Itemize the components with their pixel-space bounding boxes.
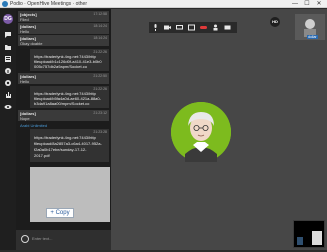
link-text[interactable]: f2a0a0b17ebe/sunday-17-12- (34, 147, 87, 152)
message-time: 18:14:24 (93, 24, 107, 28)
message-body: Hello (20, 79, 30, 84)
message-body: Filed (20, 17, 29, 22)
video-icon[interactable] (223, 23, 232, 32)
message-time: 18:14:24 (93, 36, 107, 40)
screen-share-icon[interactable] (175, 23, 184, 32)
file-link-card[interactable]: 21:22:26 https://traderlynk.4ng.net:7443… (30, 86, 109, 108)
chat-input-bar: Enter text... (16, 230, 111, 250)
link-text[interactable]: 005c757db2a9apm/Socket.co (34, 64, 87, 69)
link-text[interactable]: b3da91a8aa00/mpm/Socket.co (34, 101, 89, 106)
chat-message: [dollars] 18:14:24 Hello (18, 23, 109, 34)
phone-hangup-icon[interactable] (199, 23, 208, 32)
self-video-label: dollar (307, 35, 318, 39)
window-title: Podio · OpenHive Meetings · other (10, 1, 87, 7)
left-sidebar: DG (0, 9, 16, 250)
chat-panel: [objects] 17:12:58 Filed [dollars] 18:14… (16, 9, 111, 250)
hd-badge[interactable]: HD (270, 17, 280, 27)
chat-icon[interactable] (4, 31, 12, 39)
self-video-thumbnail[interactable]: dollar (295, 14, 325, 40)
link-text[interactable]: https://traderlynk.4ng.net:7443/http (34, 135, 96, 140)
title-bar: Podio · OpenHive Meetings · other — ☐ ✕ (0, 0, 327, 8)
link-text[interactable]: 2017.pdf (34, 153, 50, 158)
remote-video-thumbnail[interactable] (293, 220, 325, 248)
message-time: 21:23:12 (93, 111, 107, 115)
list-icon[interactable] (4, 55, 12, 63)
app-icon (2, 1, 8, 7)
settings-icon[interactable] (4, 79, 12, 87)
app-window: Podio · OpenHive Meetings · other — ☐ ✕ … (0, 0, 327, 250)
users-icon[interactable] (211, 23, 220, 32)
camera-icon[interactable] (163, 23, 172, 32)
message-body: Hello (20, 29, 30, 34)
hand-icon[interactable] (4, 91, 12, 99)
maximize-button[interactable]: ☐ (302, 0, 312, 8)
video-stage: HD dollar (111, 9, 327, 250)
remote-video-frame (294, 221, 324, 247)
sender-name-tag: Arabi Unlimited (20, 123, 48, 128)
participant-avatar (171, 102, 231, 162)
user-avatar[interactable]: DG (3, 14, 13, 24)
minimize-button[interactable]: — (290, 0, 300, 8)
chat-message: [dollars] 21:23:12 Nope (18, 110, 109, 121)
message-time: 17:12:58 (93, 12, 107, 16)
info-icon[interactable] (4, 67, 12, 75)
chat-message: [dollars] 18:14:24 Okay doable (18, 35, 109, 46)
plus-icon: + (50, 210, 54, 216)
file-link-card[interactable]: 21:23:28 https://traderlynk.4ng.net:7443… (30, 129, 109, 162)
link-text[interactable]: fileupload/8a2857a3-c6a4-4017-952a- (34, 141, 102, 146)
copy-button[interactable]: + Copy (46, 208, 74, 218)
message-time: 21:23:28 (93, 130, 107, 134)
copy-label: Copy (55, 210, 70, 216)
window-icon[interactable] (187, 23, 196, 32)
folder-icon[interactable] (4, 43, 12, 51)
eye-icon[interactable] (4, 103, 12, 111)
chat-message: [objects] 17:12:58 Filed (18, 11, 109, 22)
message-time: 21:22:50 (93, 74, 107, 78)
microphone-icon[interactable] (151, 23, 160, 32)
chat-input[interactable]: Enter text... (32, 236, 52, 241)
close-button[interactable]: ✕ (314, 0, 324, 8)
message-body: Nope (20, 116, 30, 121)
emoji-icon[interactable] (21, 235, 29, 243)
person-icon (171, 102, 231, 162)
chat-messages[interactable]: [objects] 17:12:58 Filed [dollars] 18:14… (16, 9, 111, 222)
message-body: Okay doable (20, 41, 43, 46)
call-toolbar (149, 22, 237, 33)
file-link-card[interactable]: 21:22:26 https://traderlynk.4ng.net:7443… (30, 49, 109, 71)
chat-message: [dollars] 21:22:50 Hello (18, 73, 109, 84)
